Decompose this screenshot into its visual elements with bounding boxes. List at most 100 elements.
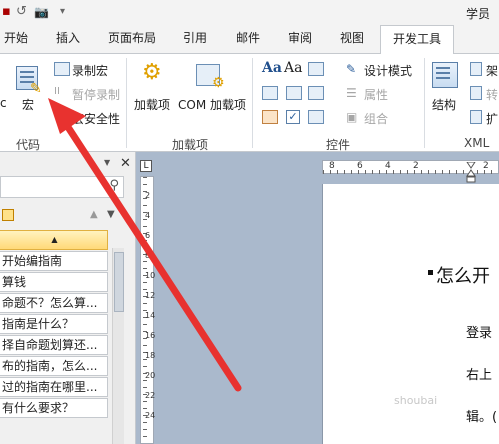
design-mode-button[interactable]: 设计模式 — [364, 62, 412, 79]
dropdown-list-control-icon[interactable] — [308, 86, 324, 100]
ruler-number: 8 — [329, 161, 335, 171]
pane-options-dropdown-icon[interactable]: ▼ — [104, 158, 110, 167]
tab-mailings[interactable]: 邮件 — [236, 29, 260, 46]
macro-security-button[interactable]: 宏安全性 — [72, 110, 120, 127]
com-addins-gear-icon: ⚙ — [212, 75, 225, 91]
tab-references[interactable]: 引用 — [183, 29, 207, 46]
code-group-label: 代码 — [16, 138, 41, 152]
addins-gear-icon[interactable]: ⚙ — [142, 62, 162, 84]
pause-recording-button[interactable]: 暂停录制 — [72, 86, 120, 103]
scrollbar-thumb[interactable] — [114, 252, 124, 312]
pause-icon: II — [54, 86, 60, 97]
navigation-pane: ▼ ✕ ⚲ ▲ ▼ ▲ 开始编指南 算钱 命题不？怎么算... 指南是什么？ 择… — [0, 152, 136, 444]
list-item[interactable]: 布的指南，怎么... — [0, 356, 108, 376]
design-mode-icon: ✎ — [346, 62, 357, 76]
group-button[interactable]: 组合 — [364, 110, 388, 127]
tab-developer[interactable]: 开发工具 — [380, 25, 455, 55]
document-heading[interactable]: 怎么开 — [436, 262, 490, 288]
list-item[interactable]: ▲ — [0, 230, 108, 250]
macro-security-icon: ⚠ — [60, 110, 71, 124]
ruler-number: 10 — [145, 271, 156, 280]
nav-toolbar: ▲ ▼ — [0, 204, 124, 230]
previous-heading-icon[interactable]: ▲ — [90, 209, 98, 220]
list-item[interactable]: 算钱 — [0, 272, 108, 292]
ribbon: c ✎ 宏 录制宏 II 暂停录制 ⚠ 宏安全性 代码 ⚙ 加载项 ⚙ COM … — [0, 54, 499, 152]
xml-group-label: XML — [464, 136, 490, 150]
transform-button[interactable]: 转 — [486, 86, 498, 103]
tab-home[interactable]: 开始 — [4, 29, 28, 46]
ruler-number: 16 — [145, 331, 156, 340]
com-addins-button[interactable]: COM 加载项 — [178, 96, 246, 113]
ruler-number: 8 — [145, 251, 151, 260]
building-block-control-icon[interactable] — [262, 86, 278, 100]
group-divider — [424, 58, 425, 148]
tab-selector-icon[interactable]: L — [140, 160, 152, 172]
tab-insert[interactable]: 插入 — [56, 29, 80, 46]
properties-button[interactable]: 属性 — [364, 86, 388, 103]
search-icon[interactable]: ⚲ — [109, 178, 119, 193]
tab-page-layout[interactable]: 页面布局 — [108, 29, 156, 46]
undo-icon[interactable]: ↺ — [16, 4, 27, 20]
close-icon[interactable]: ✕ — [120, 156, 131, 171]
macros-pencil-icon: ✎ — [30, 81, 42, 97]
list-item[interactable]: 命题不？怎么算... — [0, 293, 108, 313]
heading-list: ▲ 开始编指南 算钱 命题不？怎么算... 指南是什么？ 择自命题划算还... … — [0, 230, 108, 419]
headings-view-icon[interactable] — [2, 209, 14, 221]
structure-button[interactable]: 结构 — [432, 96, 456, 113]
indent-marker-icon[interactable] — [466, 162, 476, 184]
list-item[interactable]: 过的指南在哪里... — [0, 377, 108, 397]
ruler-number: 2 — [483, 161, 489, 171]
ribbon-tabs: 开始 插入 页面布局 引用 邮件 审阅 视图 开发工具 — [0, 24, 499, 55]
macros-button[interactable]: 宏 — [22, 96, 34, 113]
camera-icon[interactable]: 📷 — [34, 4, 49, 20]
tab-review[interactable]: 审阅 — [288, 29, 312, 46]
list-item[interactable]: 指南是什么？ — [0, 314, 108, 334]
rich-text-control-icon[interactable]: Aa — [262, 60, 282, 76]
quick-access-dropdown-icon[interactable]: ▾ — [60, 4, 65, 20]
ruler-number: 2 — [413, 161, 419, 171]
record-macro-icon — [54, 62, 70, 76]
addins-button[interactable]: 加载项 — [134, 96, 170, 113]
search-input[interactable]: ⚲ — [0, 176, 124, 198]
ruler-number: 2 — [145, 191, 151, 200]
list-item[interactable]: 开始编指南 — [0, 251, 108, 271]
expansion-pack-button[interactable]: 扩 — [486, 110, 498, 127]
nav-scrollbar[interactable] — [112, 248, 124, 444]
transform-icon — [470, 86, 482, 100]
ruler-number: 20 — [145, 371, 156, 380]
list-item[interactable]: 有什么要求？ — [0, 398, 108, 418]
date-picker-control-icon[interactable] — [262, 110, 278, 124]
ruler-number: 6 — [145, 231, 151, 240]
combo-box-control-icon[interactable] — [286, 86, 302, 100]
vertical-ruler[interactable]: 2 4 6 8 10 12 14 16 18 20 22 24 — [140, 176, 156, 444]
addins-group-label: 加载项 — [172, 138, 209, 152]
bullet — [428, 270, 433, 275]
watermark: shoubai — [394, 394, 438, 407]
document-line[interactable]: 右上 — [466, 364, 492, 383]
expansion-pack-icon — [470, 110, 482, 124]
properties-icon: ☰ — [346, 86, 357, 100]
record-macro-button[interactable]: 录制宏 — [72, 62, 108, 79]
ruler-number: 24 — [145, 411, 156, 420]
controls-group-label: 控件 — [326, 138, 351, 152]
structure-icon[interactable] — [432, 62, 458, 88]
next-heading-icon[interactable]: ▼ — [107, 209, 115, 220]
picture-control-icon[interactable] — [308, 62, 324, 76]
checkbox-control-icon[interactable]: ✓ — [286, 110, 300, 124]
tab-view[interactable]: 视图 — [340, 29, 364, 46]
legacy-tools-icon[interactable] — [308, 110, 324, 124]
document-line[interactable]: 辑。( — [466, 406, 497, 425]
ruler-number: 4 — [385, 161, 391, 171]
visual-basic-button[interactable]: c — [0, 96, 7, 110]
plain-text-control-icon[interactable]: Aa — [284, 60, 302, 76]
schema-icon — [470, 62, 482, 76]
ruler-number: 12 — [145, 291, 156, 300]
list-item[interactable]: 择自命题划算还... — [0, 335, 108, 355]
group-divider — [252, 58, 253, 148]
schema-button[interactable]: 架 — [486, 62, 498, 79]
document-line[interactable]: 登录 — [466, 322, 492, 341]
save-icon[interactable]: ▪ — [2, 4, 11, 20]
title-bar: ▪ ↺ 📷 ▾ 学员 — [0, 0, 499, 24]
ruler-number: 4 — [145, 211, 151, 220]
ruler-number: 22 — [145, 391, 156, 400]
